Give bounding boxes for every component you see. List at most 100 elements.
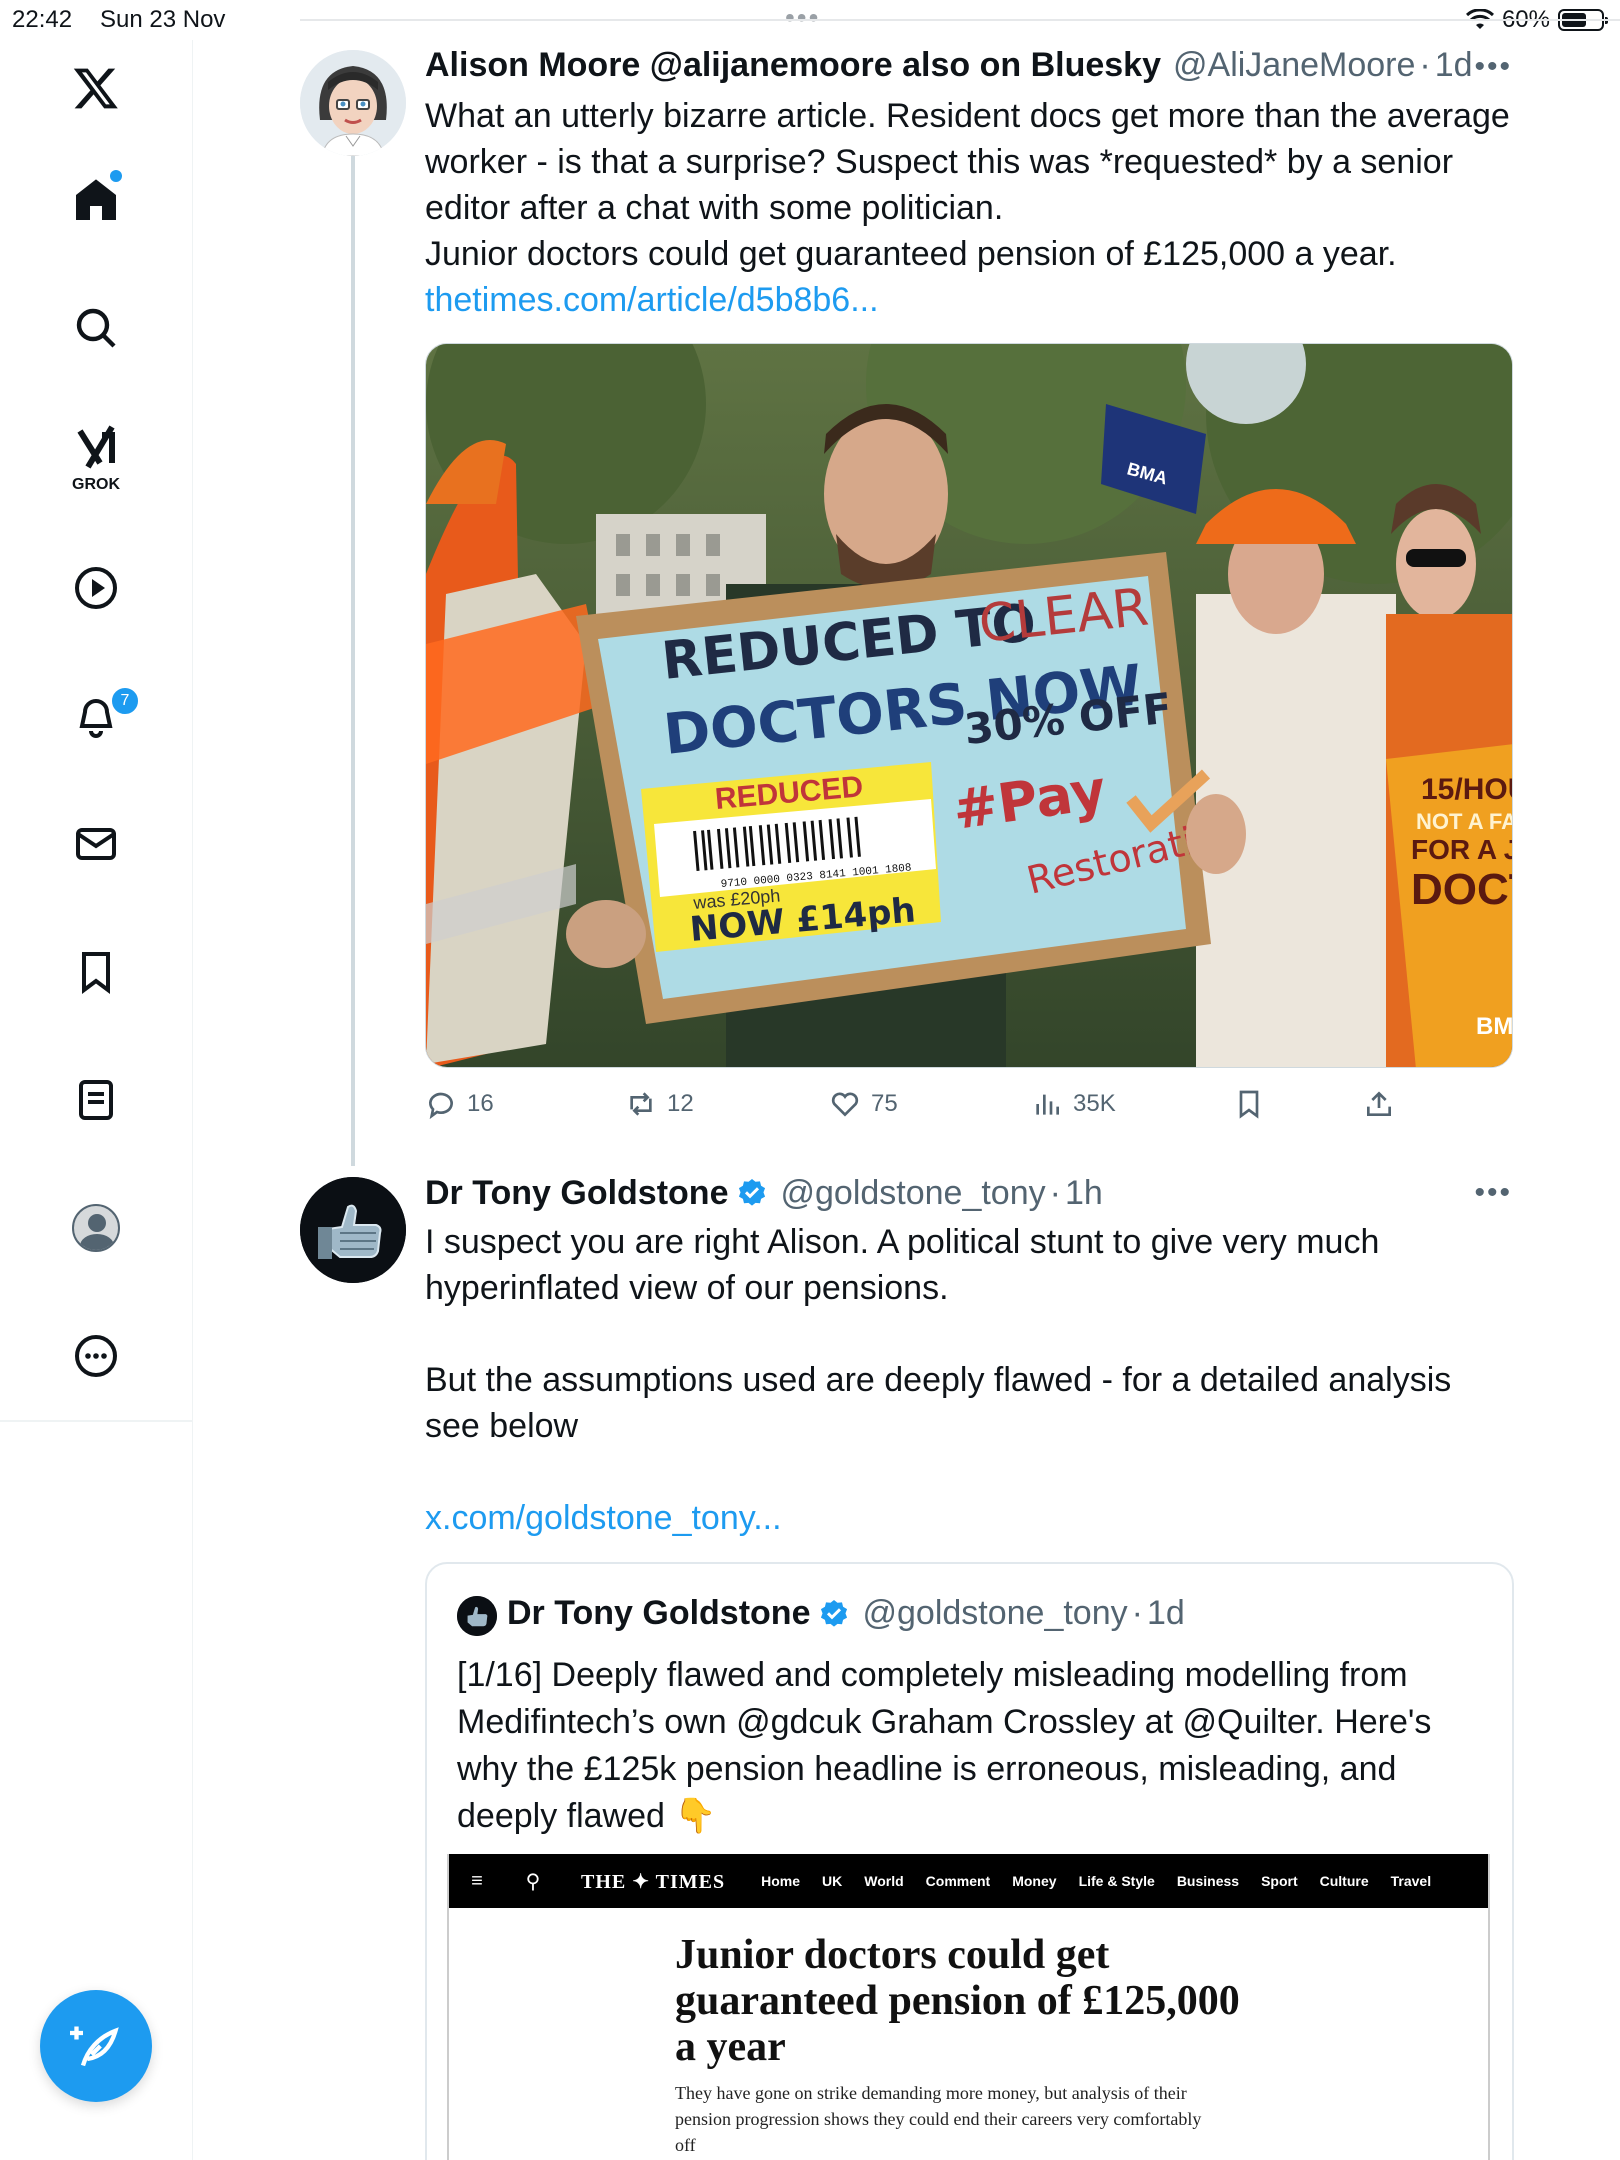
- reply-icon: [429, 1092, 453, 1120]
- times-standfirst-line: off: [675, 2135, 696, 2155]
- home-unread-dot: [110, 170, 122, 182]
- tweet1-more-icon[interactable]: •••: [1474, 50, 1512, 84]
- sidebar-divider: [0, 1420, 193, 1422]
- bookmark-button[interactable]: [1233, 1088, 1265, 1120]
- bookmark-icon: [1239, 1090, 1259, 1119]
- compose-post-button[interactable]: [40, 1990, 152, 2102]
- messages-envelope-icon[interactable]: [48, 796, 144, 892]
- sidebar: GROK 7: [0, 40, 193, 2160]
- tweet1-text-line: editor after a chat with some politician…: [425, 189, 1004, 227]
- tweet2-more-icon[interactable]: •••: [1474, 1176, 1512, 1210]
- quoted-avatar: [457, 1596, 497, 1636]
- tweet2-header: Dr Tony Goldstone @goldstone_tony · 1h: [425, 1173, 1103, 1213]
- tweet1-author-name[interactable]: Alison Moore @alijanemoore also on Blues…: [425, 46, 1161, 85]
- protest-photo: BMA 15/HOU NOT A FAIR FOR A JU DOCT BM R…: [426, 344, 1513, 1067]
- more-options-icon[interactable]: [48, 1308, 144, 1404]
- tweet1-text-line: Junior doctors could get guaranteed pens…: [425, 235, 1397, 273]
- right-sign-line4: DOCT: [1411, 865, 1513, 914]
- times-menu-item: Home: [761, 1873, 801, 1889]
- bookmarks-icon[interactable]: [48, 924, 144, 1020]
- times-menu: Home UK World Comment Money Life & Style Busin…: [761, 1873, 1453, 1889]
- quoted-header: Dr Tony Goldstone @goldstone_tony · 1d: [507, 1594, 1185, 1632]
- tweet2-handle[interactable]: @goldstone_tony: [780, 1174, 1045, 1213]
- tweet1-text-line: What an utterly bizarre article. Residen…: [425, 97, 1510, 135]
- times-nav-bar: ≡ ⚲ THE ✦ TIMES Home UK World Comment Money L…: [449, 1854, 1488, 1908]
- status-date: Sun 23 Nov: [100, 6, 226, 33]
- times-standfirst-line: pension progression shows they could end…: [675, 2109, 1202, 2129]
- repost-button[interactable]: 12: [625, 1088, 694, 1120]
- repost-icon: [630, 1092, 652, 1116]
- compose-feather-icon: [70, 2026, 119, 2067]
- tweet2-text-line: see below: [425, 1407, 579, 1445]
- hamburger-menu-icon: ≡: [471, 1869, 483, 1892]
- verified-badge-icon: [821, 1599, 848, 1627]
- times-standfirst: They have gone on strike demanding more …: [675, 2080, 1275, 2158]
- video-icon[interactable]: [48, 540, 144, 636]
- multitask-dots-icon[interactable]: •••: [785, 2, 820, 34]
- right-sign-logo: BM: [1476, 1013, 1513, 1040]
- notifications-bell-icon[interactable]: 7: [48, 668, 144, 764]
- right-sign-line1: 15/HOU: [1421, 773, 1513, 806]
- profile-avatar-icon[interactable]: [48, 1180, 144, 1276]
- grok-label: GROK: [72, 476, 120, 493]
- times-menu-item: Money: [1012, 1873, 1057, 1889]
- tweet2-text: I suspect you are right Alison. A politi…: [425, 1219, 1525, 1541]
- reply-button[interactable]: 16: [425, 1088, 494, 1120]
- times-logo: THE ✦ TIMES: [581, 1870, 726, 1893]
- quoted-screenshot[interactable]: ≡ ⚲ THE ✦ TIMES Home UK World Comment Money L…: [447, 1854, 1490, 2160]
- tweet1-text: What an utterly bizarre article. Residen…: [425, 93, 1525, 323]
- tweet2-time[interactable]: 1h: [1065, 1174, 1103, 1213]
- share-icon: [1367, 1091, 1391, 1116]
- times-standfirst-line: They have gone on strike demanding more …: [675, 2083, 1187, 2103]
- views-button[interactable]: 35K: [1031, 1088, 1116, 1120]
- tweet2-author-name[interactable]: Dr Tony Goldstone: [425, 1174, 728, 1213]
- verified-badge-icon: [739, 1179, 766, 1206]
- tweet1-link[interactable]: thetimes.com/article/d5b8b6...: [425, 277, 1525, 323]
- quoted-author-name: Dr Tony Goldstone: [507, 1594, 811, 1632]
- tweet1-actions: 16 12 75 35K: [425, 1088, 1425, 1124]
- lists-icon[interactable]: [48, 1052, 144, 1148]
- search-icon: ⚲: [525, 1870, 541, 1893]
- home-icon[interactable]: [48, 152, 144, 248]
- tweet2-text-line: But the assumptions used are deeply flaw…: [425, 1361, 1452, 1399]
- like-button[interactable]: 75: [829, 1088, 898, 1120]
- times-menu-item: Travel: [1390, 1873, 1432, 1889]
- tweet1-header: Alison Moore @alijanemoore also on Blues…: [425, 45, 1473, 85]
- tweet1-handle[interactable]: @AliJaneMoore: [1173, 46, 1415, 85]
- tweet1-photo[interactable]: BMA 15/HOU NOT A FAIR FOR A JU DOCT BM R…: [425, 343, 1513, 1068]
- quoted-text-line: why the £125k pension headline is errone…: [457, 1750, 1397, 1788]
- avatar-tony[interactable]: [300, 1177, 406, 1283]
- quoted-handle: @goldstone_tony: [862, 1594, 1128, 1632]
- x-logo-icon[interactable]: [48, 40, 144, 136]
- views-chart-icon: [1036, 1094, 1059, 1115]
- times-headline-line: Junior doctors could get: [675, 1932, 1110, 1978]
- times-headline-line: guaranteed pension of £125,000: [675, 1978, 1240, 2024]
- tweet1-text-line: worker - is that a surprise? Suspect thi…: [425, 143, 1454, 181]
- times-menu-item: Business: [1176, 1873, 1240, 1889]
- thread-connector: [351, 156, 355, 1166]
- views-count: 35K: [1073, 1090, 1116, 1117]
- times-headline: Junior doctors could get guaranteed pens…: [675, 1932, 1275, 2070]
- search-icon[interactable]: [48, 280, 144, 376]
- times-menu-item: Culture: [1319, 1873, 1369, 1889]
- quoted-tweet-card[interactable]: Dr Tony Goldstone @goldstone_tony · 1d […: [425, 1562, 1514, 2160]
- heart-icon: [831, 1092, 859, 1117]
- reply-count: 16: [467, 1090, 494, 1117]
- times-menu-item: Comment: [925, 1873, 991, 1889]
- quoted-text-line: Medifintech’s own @gdcuk Graham Crossley…: [457, 1703, 1432, 1741]
- right-sign-line2: NOT A FAIR: [1416, 809, 1513, 834]
- times-headline-line: a year: [675, 2024, 786, 2070]
- quoted-text: [1/16] Deeply flawed and completely misl…: [457, 1652, 1487, 1840]
- tweet1-time[interactable]: 1d: [1435, 46, 1473, 85]
- quoted-text-line: [1/16] Deeply flawed and completely misl…: [457, 1656, 1408, 1694]
- tweet2-text-line: I suspect you are right Alison. A politi…: [425, 1223, 1380, 1261]
- grok-icon[interactable]: GROK: [48, 408, 144, 504]
- tweet2-text-line: hyperinflated view of our pensions.: [425, 1269, 949, 1307]
- notifications-badge: 7: [110, 686, 140, 716]
- avatar-alison[interactable]: [300, 50, 406, 156]
- tweet2-link[interactable]: x.com/goldstone_tony...: [425, 1495, 1525, 1541]
- share-button[interactable]: [1363, 1088, 1395, 1120]
- times-menu-item: Sport: [1261, 1873, 1298, 1889]
- right-sign-line3: FOR A JU: [1411, 834, 1513, 865]
- times-menu-item: World: [864, 1873, 904, 1889]
